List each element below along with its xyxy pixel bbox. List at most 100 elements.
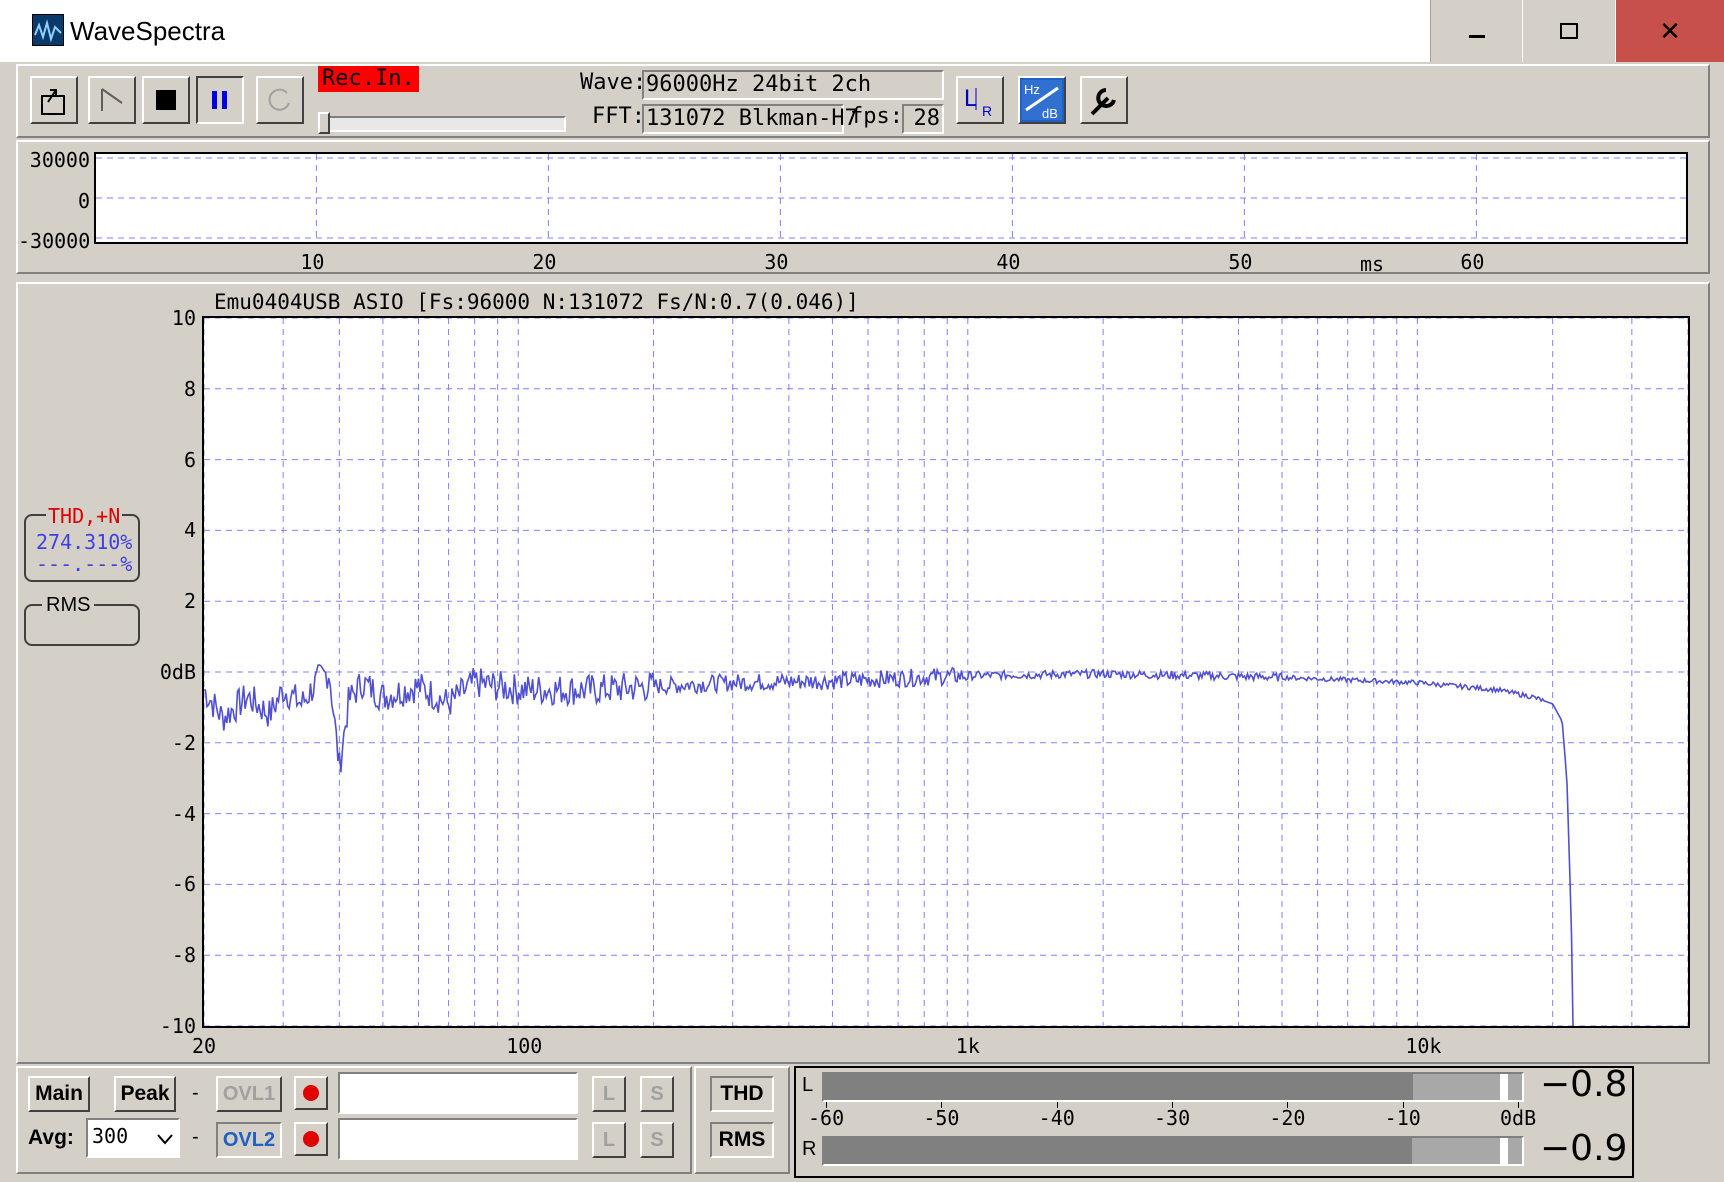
- settings-button[interactable]: [1080, 76, 1128, 124]
- dash-separator-2: -: [192, 1126, 199, 1148]
- wave-x-tick: 40: [996, 250, 1021, 274]
- meter-scale-mark: [1402, 1102, 1404, 1108]
- meter-scale-tick: -50: [923, 1106, 960, 1130]
- play-button[interactable]: [88, 76, 136, 124]
- wave-y-tick-bottom: -30000: [18, 229, 91, 253]
- record-dot-icon: [303, 1131, 319, 1147]
- dash-separator-1: -: [192, 1082, 199, 1104]
- meter-scale-tick: 0dB: [1500, 1106, 1537, 1130]
- spectrum-y-tick: -10: [159, 1014, 196, 1038]
- maximize-button[interactable]: [1523, 0, 1615, 62]
- wave-format-field: 96000Hz 24bit 2ch: [642, 70, 944, 100]
- pause-button[interactable]: [196, 76, 244, 124]
- svg-text:Hz: Hz: [1024, 82, 1040, 97]
- spectrum-trace-line: [204, 664, 1574, 1026]
- spectrum-y-tick: 2: [183, 589, 196, 614]
- pause-icon: [212, 91, 227, 109]
- export-button[interactable]: [30, 76, 78, 124]
- lr-channel-icon: LR: [964, 85, 992, 119]
- loop-button[interactable]: [256, 76, 304, 124]
- level-slider-track[interactable]: [318, 116, 566, 132]
- thd-value-primary: 274.310%: [36, 530, 133, 554]
- spectrum-y-tick: 0dB: [159, 660, 196, 684]
- spectrum-x-tick: 20: [192, 1034, 217, 1058]
- ovl1-name-field[interactable]: [338, 1072, 578, 1114]
- wavespectra-app-icon: [32, 14, 64, 46]
- spectrum-y-tick: -2: [171, 730, 196, 755]
- svg-text:dB: dB: [1042, 106, 1058, 120]
- meter-scale-tick: -10: [1384, 1106, 1421, 1130]
- loop-icon: [268, 88, 290, 111]
- svg-text:R: R: [982, 103, 992, 119]
- fps-field: 28: [902, 104, 944, 134]
- wave-x-tick: 50: [1228, 250, 1253, 274]
- play-icon: [101, 88, 123, 111]
- close-button[interactable]: ✕: [1616, 0, 1724, 62]
- thd-value-secondary: ---.---%: [36, 552, 133, 576]
- ovl1-button[interactable]: OVL1: [216, 1076, 282, 1112]
- spectrum-y-tick: 10: [171, 306, 196, 330]
- wave-y-tick-zero: 0: [77, 189, 90, 213]
- meter-right-peak-value: −0.9: [1540, 1128, 1628, 1169]
- spectrum-y-tick: -8: [171, 943, 196, 968]
- svg-text:L: L: [964, 85, 977, 112]
- spectrum-plot: [202, 316, 1690, 1028]
- thd-toggle-button[interactable]: THD: [710, 1076, 774, 1112]
- spectrum-y-tick: 6: [183, 447, 196, 472]
- thd-label: THD,+N: [46, 504, 123, 528]
- fft-settings-field: 131072 Blkman-H7: [642, 104, 858, 134]
- spectrum-x-tick: 10k: [1405, 1034, 1442, 1058]
- meter-scale-mark: [941, 1102, 943, 1108]
- ovl2-load-button[interactable]: L: [592, 1122, 626, 1158]
- spectrum-y-tick: -6: [171, 872, 196, 897]
- wave-x-tick: 60: [1460, 250, 1485, 274]
- spectrum-x-tick: 1k: [955, 1034, 980, 1058]
- ruler-hz-db-icon: HzdB: [1022, 80, 1062, 120]
- close-icon: ✕: [1659, 15, 1681, 46]
- wave-y-tick-top: 30000: [29, 148, 90, 172]
- minimize-icon: [1468, 34, 1485, 38]
- window-title: WaveSpectra: [70, 16, 226, 46]
- meter-scale-mark: [826, 1102, 827, 1108]
- avg-label: Avg:: [28, 1126, 74, 1149]
- ovl2-record-button[interactable]: [294, 1122, 328, 1156]
- meter-right-label: R: [802, 1138, 817, 1160]
- spectrum-chart: [204, 318, 1688, 1026]
- main-button[interactable]: Main: [28, 1076, 90, 1112]
- record-dot-icon: [303, 1085, 319, 1101]
- spectrum-y-tick: 8: [183, 376, 196, 401]
- peak-button[interactable]: Peak: [114, 1076, 176, 1112]
- wave-x-tick: 20: [532, 250, 557, 274]
- wave-label: Wave:: [580, 70, 647, 95]
- scale-hz-db-button[interactable]: Hz dB: [1018, 76, 1066, 124]
- ovl1-record-button[interactable]: [294, 1076, 328, 1110]
- meter-scale-tick: -40: [1038, 1106, 1075, 1130]
- wave-x-unit: ms: [1360, 252, 1385, 276]
- fps-label: fps:: [850, 104, 903, 129]
- meter-left-peak-value: −0.8: [1540, 1064, 1628, 1105]
- stop-button[interactable]: [142, 76, 190, 124]
- avg-select-value: 300: [92, 1124, 129, 1148]
- minimize-button[interactable]: [1430, 0, 1522, 62]
- spectrum-x-tick: 100: [506, 1034, 543, 1058]
- ovl1-save-button[interactable]: S: [640, 1076, 674, 1112]
- rms-label: RMS: [42, 594, 95, 617]
- stop-icon: [156, 90, 176, 110]
- wave-x-tick: 30: [764, 250, 789, 274]
- maximize-icon: [1560, 23, 1578, 39]
- channel-lr-button[interactable]: LR: [956, 76, 1004, 124]
- ovl2-save-button[interactable]: S: [640, 1122, 674, 1158]
- spectrum-y-tick: -4: [171, 801, 196, 826]
- wrench-icon: [1090, 88, 1116, 116]
- spectrum-y-tick: 4: [183, 518, 196, 543]
- meter-right-bar: [822, 1136, 1524, 1166]
- rms-toggle-button[interactable]: RMS: [710, 1122, 774, 1158]
- meter-scale-mark: [1056, 1102, 1058, 1108]
- ovl2-button[interactable]: OVL2: [216, 1122, 282, 1158]
- fft-label: FFT:: [592, 104, 645, 129]
- level-slider-thumb[interactable]: [318, 112, 330, 134]
- ovl1-load-button[interactable]: L: [592, 1076, 626, 1112]
- ovl2-name-field[interactable]: [338, 1118, 578, 1160]
- meter-scale-tick: -60: [808, 1106, 845, 1130]
- meter-scale-tick: -30: [1154, 1106, 1191, 1130]
